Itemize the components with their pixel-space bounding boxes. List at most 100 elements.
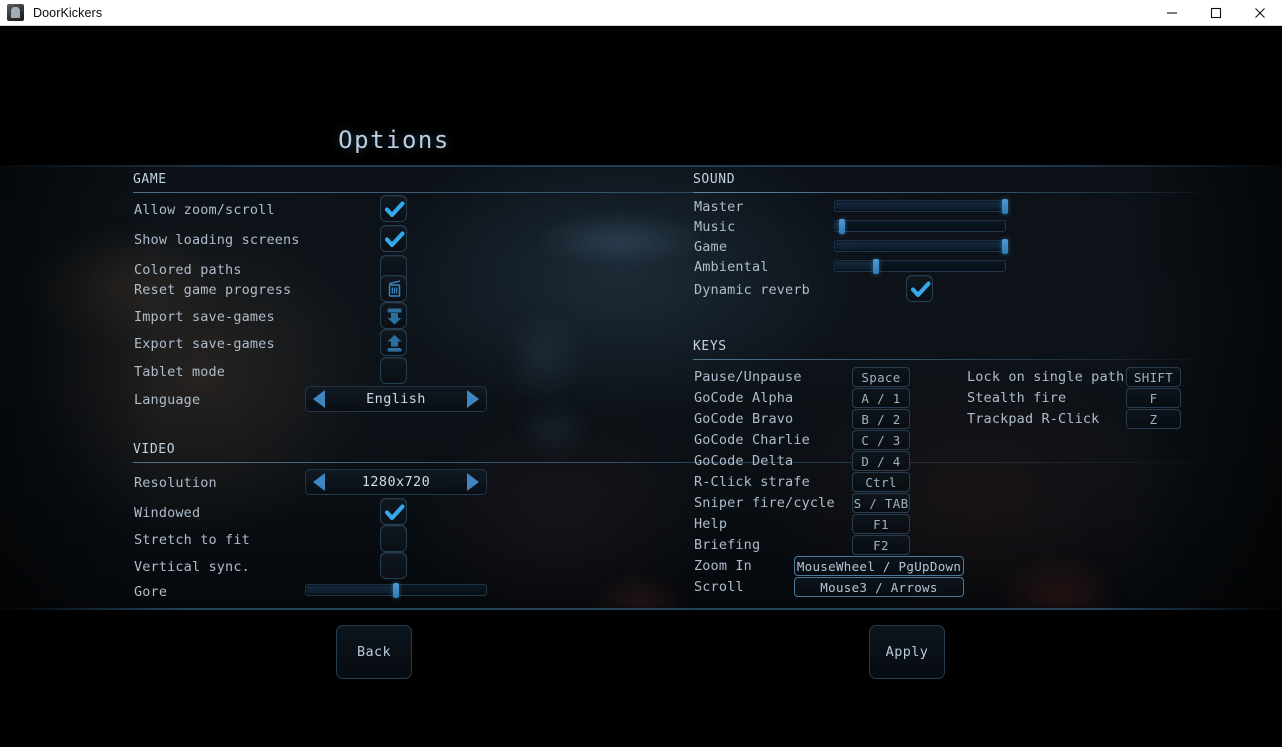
option-label-dynamic-reverb: Dynamic reverb [694, 282, 810, 298]
section-rule-video [133, 462, 1196, 463]
checkbox-dynamic-reverb[interactable] [906, 275, 933, 302]
page-title: Options [338, 126, 450, 154]
slider-ambiental-knob[interactable] [872, 259, 879, 274]
checkbox-windowed[interactable] [380, 498, 407, 525]
selector-language-value: English [366, 391, 426, 407]
section-heading-game: GAME [133, 172, 167, 187]
window-controls [1150, 0, 1282, 26]
keybind-help[interactable]: F1 [852, 514, 910, 534]
key-label-gocode-delta: GoCode Delta [694, 453, 794, 469]
panel-bottom-divider [0, 608, 1282, 610]
keybind-briefing[interactable]: F2 [852, 535, 910, 555]
window-title: DoorKickers [33, 5, 103, 20]
chevron-left-icon[interactable] [313, 390, 325, 408]
key-label-lock-on-single-path: Lock on single path [967, 369, 1125, 385]
option-label-import-save-games: Import save-games [134, 309, 275, 325]
slider-game-volume[interactable] [834, 239, 1008, 254]
option-label-resolution: Resolution [134, 475, 217, 491]
minimize-icon [1167, 11, 1177, 14]
checkbox-tablet-mode[interactable] [380, 357, 407, 384]
app-icon [7, 4, 24, 21]
key-label-pause-unpause: Pause/Unpause [694, 369, 802, 385]
slider-game-volume-fill [836, 242, 1006, 250]
check-icon [384, 201, 405, 218]
keybind-gocode-bravo[interactable]: B / 2 [852, 409, 910, 429]
keybind-lock-on-single-path[interactable]: SHIFT [1126, 367, 1181, 387]
upload-arrow-icon [387, 335, 402, 352]
slider-gore[interactable] [305, 583, 487, 598]
slider-ambiental[interactable] [834, 259, 1006, 274]
section-rule-sound [693, 192, 1196, 193]
section-heading-video: VIDEO [133, 442, 176, 457]
checkbox-allow-zoom-scroll[interactable] [380, 195, 407, 222]
key-label-trackpad-rclick: Trackpad R-Click [967, 411, 1100, 427]
maximize-icon [1210, 7, 1222, 18]
key-label-sniper-fire-cycle: Sniper fire/cycle [694, 495, 835, 511]
option-label-show-loading-screens: Show loading screens [134, 232, 300, 248]
slider-music[interactable] [834, 219, 1006, 234]
check-icon [384, 231, 405, 248]
option-label-windowed: Windowed [134, 505, 201, 521]
slider-master-knob[interactable] [1002, 199, 1008, 214]
keybind-rclick-strafe[interactable]: Ctrl [852, 472, 910, 492]
keybind-gocode-delta[interactable]: D / 4 [852, 451, 910, 471]
keybind-zoom-in[interactable]: MouseWheel / PgUpDown [794, 556, 964, 576]
slider-game-volume-knob[interactable] [1002, 239, 1008, 254]
key-label-zoom-in: Zoom In [694, 558, 752, 574]
check-icon [910, 281, 931, 298]
key-label-help: Help [694, 516, 728, 532]
option-label-stretch-to-fit: Stretch to fit [134, 532, 250, 548]
close-button[interactable] [1238, 0, 1282, 26]
option-label-colored-paths: Colored paths [134, 262, 242, 278]
download-arrow-icon [387, 308, 402, 325]
option-label-master: Master [694, 199, 744, 215]
section-heading-sound: SOUND [693, 172, 736, 187]
keybind-gocode-charlie[interactable]: C / 3 [852, 430, 910, 450]
option-label-vertical-sync: Vertical sync. [134, 559, 250, 575]
back-button[interactable]: Back [336, 625, 412, 679]
key-label-gocode-charlie: GoCode Charlie [694, 432, 810, 448]
option-label-language: Language [134, 392, 201, 408]
chevron-right-icon[interactable] [467, 390, 479, 408]
close-icon [1255, 7, 1265, 18]
option-label-game-volume: Game [694, 239, 728, 255]
keybind-scroll[interactable]: Mouse3 / Arrows [794, 577, 964, 597]
checkbox-stretch-to-fit[interactable] [380, 525, 407, 552]
selector-resolution[interactable]: 1280x720 [305, 469, 487, 495]
keybind-pause-unpause[interactable]: Space [852, 367, 910, 387]
trash-icon [388, 280, 401, 297]
keybind-trackpad-rclick[interactable]: Z [1126, 409, 1181, 429]
button-import-save-games[interactable] [380, 302, 407, 329]
key-label-gocode-alpha: GoCode Alpha [694, 390, 794, 406]
chevron-right-icon[interactable] [467, 473, 479, 491]
key-label-scroll: Scroll [694, 579, 744, 595]
button-export-save-games[interactable] [380, 329, 407, 356]
keybind-gocode-alpha[interactable]: A / 1 [852, 388, 910, 408]
key-label-stealth-fire: Stealth fire [967, 390, 1067, 406]
maximize-button[interactable] [1194, 0, 1238, 26]
window-titlebar: DoorKickers [0, 0, 1282, 26]
checkbox-vertical-sync[interactable] [380, 552, 407, 579]
section-heading-keys: KEYS [693, 339, 727, 354]
key-label-gocode-bravo: GoCode Bravo [694, 411, 794, 427]
option-label-allow-zoom-scroll: Allow zoom/scroll [134, 202, 275, 218]
slider-ambiental-fill [836, 262, 877, 270]
keybind-sniper-fire-cycle[interactable]: S / TAB [852, 493, 910, 513]
keybind-stealth-fire[interactable]: F [1126, 388, 1181, 408]
option-label-tablet-mode: Tablet mode [134, 364, 226, 380]
slider-gore-fill [307, 586, 397, 594]
check-icon [384, 504, 405, 521]
slider-gore-knob[interactable] [393, 583, 399, 598]
key-label-rclick-strafe: R-Click strafe [694, 474, 810, 490]
slider-master[interactable] [834, 199, 1008, 214]
section-rule-keys [693, 359, 1196, 360]
button-reset-game-progress[interactable] [380, 275, 407, 302]
checkbox-show-loading-screens[interactable] [380, 225, 407, 252]
chevron-left-icon[interactable] [313, 473, 325, 491]
slider-music-knob[interactable] [838, 219, 845, 234]
minimize-button[interactable] [1150, 0, 1194, 26]
selector-language[interactable]: English [305, 386, 487, 412]
option-label-export-save-games: Export save-games [134, 336, 275, 352]
apply-button[interactable]: Apply [869, 625, 945, 679]
slider-master-fill [836, 202, 1006, 210]
